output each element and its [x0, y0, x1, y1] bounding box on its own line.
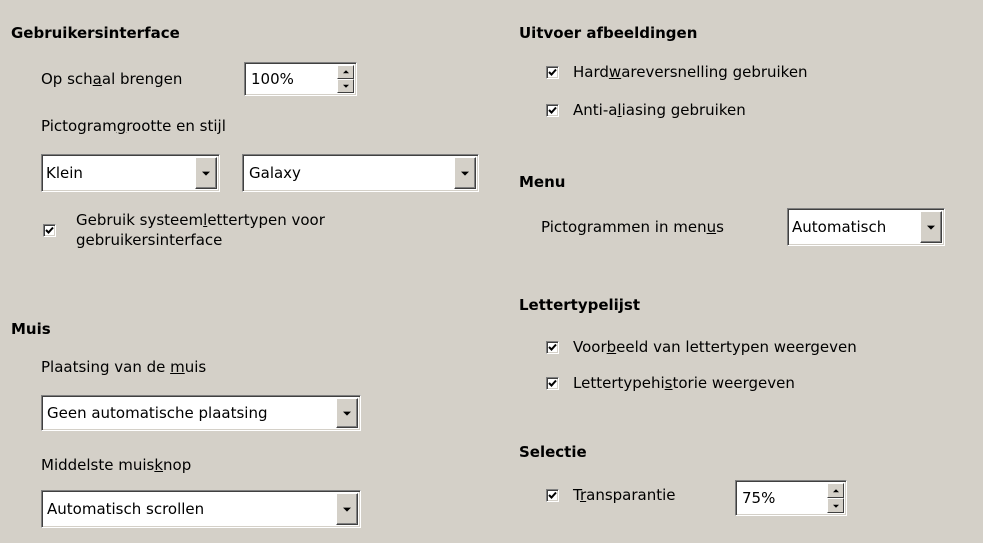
- spin-up-icon[interactable]: [827, 483, 844, 498]
- mouse-heading: Muis: [11, 320, 51, 338]
- sysfont-checkbox[interactable]: [43, 224, 56, 237]
- chevron-down-icon[interactable]: [195, 157, 217, 189]
- scale-value: 100%: [251, 70, 294, 88]
- icon-size-style-label: Pictogramgrootte en stijl: [41, 117, 226, 135]
- transparency-spin-field[interactable]: 75%: [735, 480, 847, 516]
- middle-button-select[interactable]: Automatisch scrollen: [41, 490, 361, 528]
- checkmark-icon: [548, 106, 557, 114]
- font-preview-label: Voorbeeld van lettertypen weergeven: [573, 338, 857, 356]
- menu-heading: Menu: [519, 173, 566, 191]
- font-history-label: Lettertypehistorie weergeven: [573, 374, 795, 392]
- hw-accel-label: Hardwareversnelling gebruiken: [573, 63, 808, 81]
- chevron-down-icon[interactable]: [336, 493, 358, 525]
- font-history-checkbox[interactable]: [546, 377, 559, 390]
- antialias-checkbox[interactable]: [546, 104, 559, 117]
- middle-button-value: Automatisch scrollen: [47, 500, 205, 518]
- sysfont-label: Gebruik systeemlettertypen voor gebruike…: [76, 211, 325, 249]
- spin-up-icon[interactable]: [337, 65, 354, 79]
- scale-spin-field[interactable]: 100%: [244, 62, 357, 96]
- menu-icons-select[interactable]: Automatisch: [787, 208, 945, 246]
- transparency-spin-buttons[interactable]: [827, 483, 844, 513]
- mouse-placement-value: Geen automatische plaatsing: [47, 404, 268, 422]
- middle-button-label: Middelste muisknop: [41, 456, 192, 474]
- output-heading: Uitvoer afbeeldingen: [519, 24, 698, 42]
- icon-style-select[interactable]: Galaxy: [242, 154, 479, 192]
- fontlist-heading: Lettertypelijst: [519, 296, 641, 314]
- checkmark-icon: [45, 226, 54, 234]
- checkmark-icon: [548, 68, 557, 76]
- transparency-value: 75%: [742, 489, 776, 507]
- checkmark-icon: [548, 379, 557, 387]
- icon-size-value: Klein: [46, 164, 83, 182]
- menu-icons-value: Automatisch: [792, 218, 887, 236]
- font-preview-checkbox[interactable]: [546, 341, 559, 354]
- spin-down-icon[interactable]: [337, 79, 354, 93]
- chevron-down-icon[interactable]: [336, 398, 358, 428]
- mouse-placement-select[interactable]: Geen automatische plaatsing: [41, 395, 361, 431]
- checkmark-icon: [548, 491, 557, 499]
- icon-size-select[interactable]: Klein: [41, 154, 220, 192]
- checkmark-icon: [548, 343, 557, 351]
- hw-accel-checkbox[interactable]: [546, 66, 559, 79]
- ui-heading: Gebruikersinterface: [11, 24, 180, 42]
- antialias-label: Anti-aliasing gebruiken: [573, 101, 746, 119]
- menu-icons-label: Pictogrammen in menus: [541, 218, 724, 236]
- scale-label: Op schaal brengen: [41, 70, 183, 88]
- selection-heading: Selectie: [519, 443, 587, 461]
- chevron-down-icon[interactable]: [454, 157, 476, 189]
- spin-down-icon[interactable]: [827, 498, 844, 513]
- scale-spin-buttons[interactable]: [337, 65, 354, 93]
- icon-style-value: Galaxy: [249, 164, 301, 182]
- transparency-checkbox[interactable]: [546, 489, 559, 502]
- transparency-label: Transparantie: [573, 486, 676, 504]
- chevron-down-icon[interactable]: [920, 211, 942, 243]
- mouse-placement-label: Plaatsing van de muis: [41, 358, 207, 376]
